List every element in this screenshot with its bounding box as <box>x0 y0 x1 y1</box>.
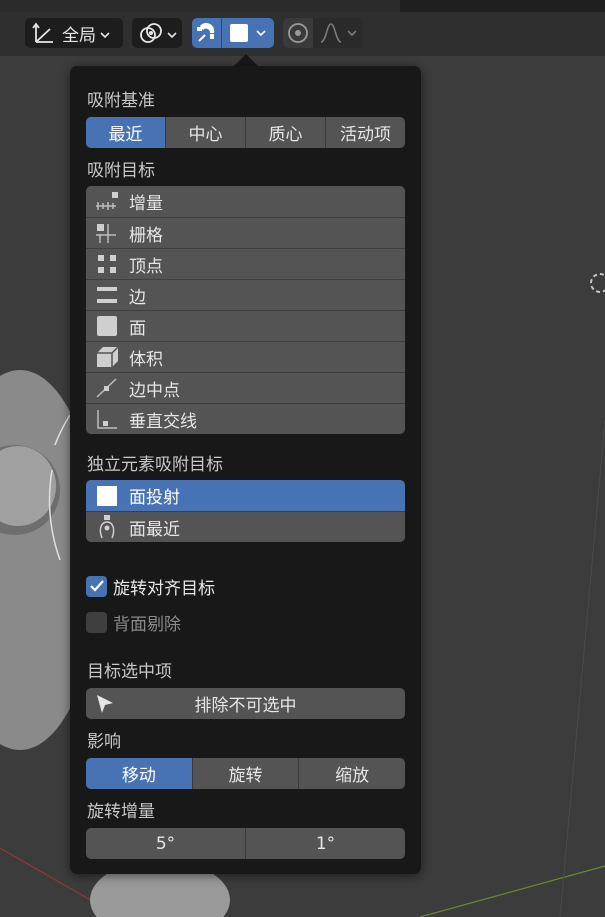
align-rotation-label: 旋转对齐目标 <box>113 578 215 599</box>
face-icon <box>86 311 128 342</box>
y-axis-line <box>419 865 605 917</box>
snap-target-increment[interactable]: 增量 <box>86 186 405 217</box>
chevron-down-icon <box>167 24 177 43</box>
falloff-curve-icon <box>320 23 342 43</box>
transform-orientation-label: 全局 <box>62 25 96 46</box>
snap-face-icon <box>230 24 248 42</box>
snap-target-edge-label: 边 <box>129 287 146 308</box>
snap-base-median[interactable]: 质心 <box>245 117 325 148</box>
falloff-dropdown[interactable] <box>313 18 363 48</box>
snap-target-perpendicular[interactable]: 垂直交线 <box>86 403 405 434</box>
individual-target-face-project[interactable]: 面投射 <box>86 480 405 511</box>
proportional-edit-button[interactable] <box>283 18 313 48</box>
rotation-increment-fine-field[interactable]: 1° <box>245 828 405 859</box>
exclude-non-selectable-button[interactable]: 排除不可选中 <box>86 688 405 719</box>
snap-magnet-icon <box>196 22 214 42</box>
snap-target-edge-midpoint-label: 边中点 <box>129 380 180 401</box>
snap-target-vertex[interactable]: 顶点 <box>86 248 405 279</box>
backface-culling-checkbox[interactable] <box>86 611 107 633</box>
edge-midpoint-icon <box>86 373 128 404</box>
snap-target-face[interactable]: 面 <box>86 310 405 341</box>
chevron-down-icon <box>256 29 266 37</box>
snap-target-volume[interactable]: 体积 <box>86 341 405 372</box>
snap-target-list: 增量 栅格 顶点 边 面 体积 边中点 垂直交线 <box>86 186 405 434</box>
snap-target-face-label: 面 <box>129 318 146 339</box>
increment-icon <box>86 186 128 217</box>
snap-target-increment-label: 增量 <box>129 194 163 214</box>
chevron-down-icon <box>100 24 110 43</box>
checkmark-icon <box>89 580 104 592</box>
popover-arrow <box>234 54 258 66</box>
snap-target-perpendicular-label: 垂直交线 <box>129 411 197 432</box>
snap-base-closest[interactable]: 最近 <box>86 117 165 148</box>
perpendicular-icon <box>86 404 128 435</box>
snap-target-grid-label: 栅格 <box>129 225 163 246</box>
snap-group <box>192 18 274 48</box>
proportional-edit-group <box>283 18 363 48</box>
snap-target-edge-midpoint[interactable]: 边中点 <box>86 372 405 403</box>
affect-label: 影响 <box>87 732 121 752</box>
transform-orientation-icon <box>32 18 56 48</box>
align-rotation-checkbox[interactable] <box>86 575 107 597</box>
snap-toggle-button[interactable] <box>192 18 222 48</box>
menu-strip <box>0 0 605 12</box>
snap-base-label: 吸附基准 <box>87 91 155 111</box>
snap-target-vertex-label: 顶点 <box>129 256 163 277</box>
chevron-down-icon <box>347 29 357 37</box>
exclude-non-selectable-label: 排除不可选中 <box>194 696 297 716</box>
affect-selector: 移动 旋转 缩放 <box>86 758 405 789</box>
proportional-edit-icon <box>288 23 308 43</box>
face-project-icon <box>86 480 128 511</box>
individual-target-list: 面投射 面最近 <box>86 480 405 542</box>
snap-target-grid[interactable]: 栅格 <box>86 217 405 248</box>
snap-target-dropdown[interactable] <box>222 18 274 48</box>
viewport-header: 全局 <box>0 12 605 56</box>
affect-rotate[interactable]: 旋转 <box>191 758 299 789</box>
3d-cursor <box>590 273 605 293</box>
grid-icon <box>86 218 128 249</box>
affect-scale[interactable]: 缩放 <box>298 758 405 789</box>
snap-base-selector: 最近 中心 质心 活动项 <box>86 117 405 148</box>
align-rotation-checkbox-row[interactable]: 旋转对齐目标 <box>86 574 215 599</box>
snap-target-label: 吸附目标 <box>87 161 155 181</box>
rotation-increment-label: 旋转增量 <box>87 802 155 822</box>
target-selection-label: 目标选中项 <box>87 662 172 682</box>
snapping-popover: 吸附基准 最近 中心 质心 活动项 吸附目标 增量 栅格 顶点 边 面 体积 边… <box>70 66 421 874</box>
individual-target-label: 独立元素吸附目标 <box>87 455 223 475</box>
vertex-icon <box>86 249 128 280</box>
individual-target-face-nearest[interactable]: 面最近 <box>86 511 405 542</box>
snap-base-center[interactable]: 中心 <box>165 117 245 148</box>
rotation-increment-fields: 5° 1° <box>86 828 405 859</box>
edge-icon <box>86 280 128 311</box>
menu-strip-bar <box>0 0 400 12</box>
snap-target-edge[interactable]: 边 <box>86 279 405 310</box>
volume-icon <box>86 342 128 373</box>
face-nearest-icon <box>86 512 128 543</box>
snap-base-active[interactable]: 活动项 <box>325 117 405 148</box>
individual-target-face-nearest-label: 面最近 <box>129 519 180 540</box>
individual-target-face-project-label: 面投射 <box>129 488 180 508</box>
snap-target-volume-label: 体积 <box>129 349 163 370</box>
affect-move[interactable]: 移动 <box>86 758 192 789</box>
rotation-increment-coarse-field[interactable]: 5° <box>86 828 245 859</box>
pivot-point-icon <box>139 18 163 48</box>
pivot-point-dropdown[interactable] <box>132 18 182 48</box>
cursor-arrow-icon <box>94 693 116 720</box>
backface-culling-label: 背面剔除 <box>113 614 181 635</box>
backface-culling-checkbox-row[interactable]: 背面剔除 <box>86 610 181 635</box>
transform-orientation-dropdown[interactable]: 全局 <box>25 18 123 48</box>
grid-line <box>559 419 605 917</box>
